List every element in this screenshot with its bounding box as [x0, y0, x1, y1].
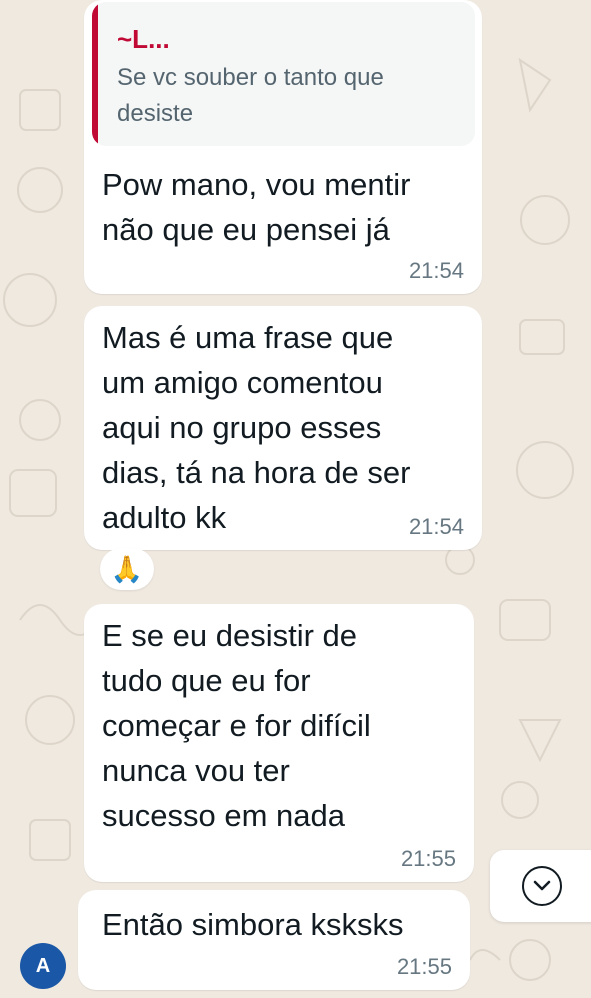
message-line: Então simbora ksksks [102, 907, 404, 942]
message-text: Então simbora ksksks [102, 902, 404, 947]
message-line: E se eu desistir de [102, 618, 358, 653]
scroll-to-bottom-button[interactable] [490, 850, 591, 922]
message-bubble[interactable]: E se eu desistir de tudo que eu for come… [84, 604, 474, 882]
message-bubble[interactable]: ~L... Se vc souber o tanto que desiste P… [84, 0, 482, 294]
message-line: dias, tá na hora de ser [102, 455, 411, 490]
quote-author: ~L... [117, 24, 170, 54]
avatar[interactable]: A [20, 943, 66, 989]
message-line: sucesso em nada [102, 798, 345, 833]
message-line: Pow mano, vou mentir [102, 167, 411, 202]
avatar-initial: A [35, 954, 51, 977]
message-line: não que eu pensei já [102, 212, 390, 247]
message-bubble[interactable]: Mas é uma frase que um amigo comentou aq… [84, 306, 482, 550]
message-timestamp: 21:54 [408, 514, 464, 539]
quoted-message[interactable]: ~L... Se vc souber o tanto que desiste [92, 2, 475, 146]
quote-accent-bar [92, 2, 98, 146]
message-line: Mas é uma frase que [102, 320, 394, 355]
message-text: Mas é uma frase que um amigo comentou aq… [102, 315, 410, 540]
message-line: aqui no grupo esses [102, 410, 382, 445]
reaction-badge[interactable]: 🙏 [100, 548, 154, 590]
quote-text: Se vc souber o tanto que desiste [117, 64, 384, 127]
message-bubble[interactable]: Então simbora ksksks 21:55 [78, 890, 470, 990]
message-line: começar e for difícil [102, 708, 371, 743]
folded-hands-icon: 🙏 [110, 553, 144, 584]
message-line: nunca vou ter [102, 753, 290, 788]
chevron-down-circle-icon [522, 866, 562, 906]
message-line: adulto kk [102, 500, 227, 535]
message-line: tudo que eu for [102, 663, 311, 698]
message-timestamp: 21:54 [408, 258, 464, 283]
message-timestamp: 21:55 [396, 954, 452, 979]
message-timestamp: 21:55 [400, 846, 456, 871]
message-text: Pow mano, vou mentir não que eu pensei j… [102, 162, 410, 252]
message-line: um amigo comentou [102, 365, 383, 400]
message-text: E se eu desistir de tudo que eu for come… [102, 613, 371, 838]
